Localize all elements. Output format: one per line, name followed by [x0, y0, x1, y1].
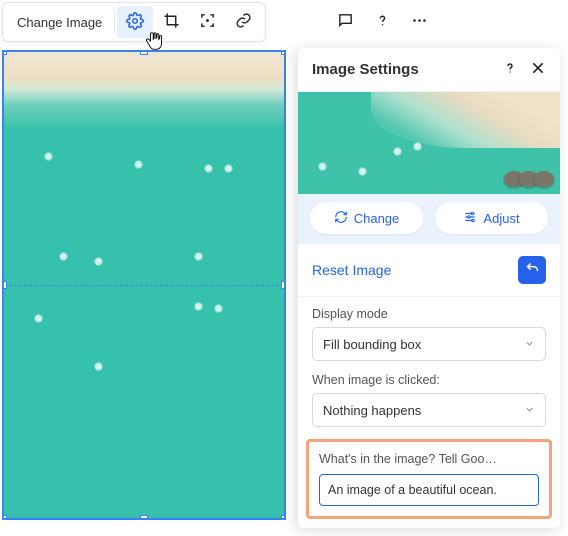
resize-handle-r[interactable] [281, 281, 286, 289]
link-button[interactable] [225, 6, 261, 38]
change-button[interactable]: Change [310, 202, 423, 234]
chevron-down-icon [524, 403, 535, 418]
sliders-icon [463, 210, 477, 227]
undo-button[interactable] [518, 256, 546, 284]
chevron-down-icon [524, 337, 535, 352]
undo-icon [525, 261, 540, 279]
panel-title: Image Settings [312, 61, 419, 78]
crop-icon [163, 12, 180, 32]
reset-image-link[interactable]: Reset Image [312, 262, 391, 278]
image-content [4, 52, 284, 127]
thumbnail-section: Change Adjust [298, 92, 560, 244]
gear-icon [126, 12, 144, 33]
image-settings-panel: Image Settings Change [298, 48, 560, 528]
adjust-button[interactable]: Adjust [435, 202, 548, 234]
focal-point-button[interactable] [189, 6, 225, 38]
selection-guide [4, 285, 284, 286]
panel-header: Image Settings [298, 48, 560, 92]
resize-handle-tr[interactable] [281, 50, 286, 55]
resize-handle-t[interactable] [140, 50, 148, 55]
click-behavior-value: Nothing happens [323, 403, 421, 418]
resize-handle-b[interactable] [140, 515, 148, 520]
change-image-label: Change Image [17, 15, 102, 30]
click-behavior-select[interactable]: Nothing happens [312, 393, 546, 427]
resize-handle-tl[interactable] [2, 50, 7, 55]
change-image-button[interactable]: Change Image [7, 6, 112, 38]
comment-icon[interactable] [337, 12, 354, 32]
adjust-button-label: Adjust [483, 211, 519, 226]
crop-button[interactable] [153, 6, 189, 38]
link-icon [235, 12, 252, 32]
help-icon[interactable] [374, 12, 391, 32]
alt-text-block: What's in the image? Tell Goo… [306, 439, 552, 519]
toolbar-separator [114, 10, 115, 34]
focal-point-icon [199, 12, 216, 32]
image-toolbar: Change Image [2, 2, 266, 42]
display-mode-label: Display mode [312, 307, 546, 321]
resize-handle-br[interactable] [281, 515, 286, 520]
click-behavior-label: When image is clicked: [312, 373, 546, 387]
display-mode-select[interactable]: Fill bounding box [312, 327, 546, 361]
refresh-icon [334, 210, 348, 227]
alt-text-input[interactable] [319, 474, 539, 506]
alt-text-label: What's in the image? Tell Goo… [319, 452, 539, 466]
display-mode-value: Fill bounding box [323, 337, 421, 352]
panel-help-icon[interactable] [502, 60, 518, 79]
image-thumbnail [298, 92, 560, 194]
more-icon[interactable] [411, 12, 428, 32]
close-icon[interactable] [530, 60, 546, 79]
settings-button[interactable] [117, 6, 153, 38]
change-button-label: Change [354, 211, 400, 226]
resize-handle-bl[interactable] [2, 515, 7, 520]
canvas-image[interactable]: ‹ Image [2, 50, 286, 520]
resize-handle-l[interactable] [2, 281, 7, 289]
